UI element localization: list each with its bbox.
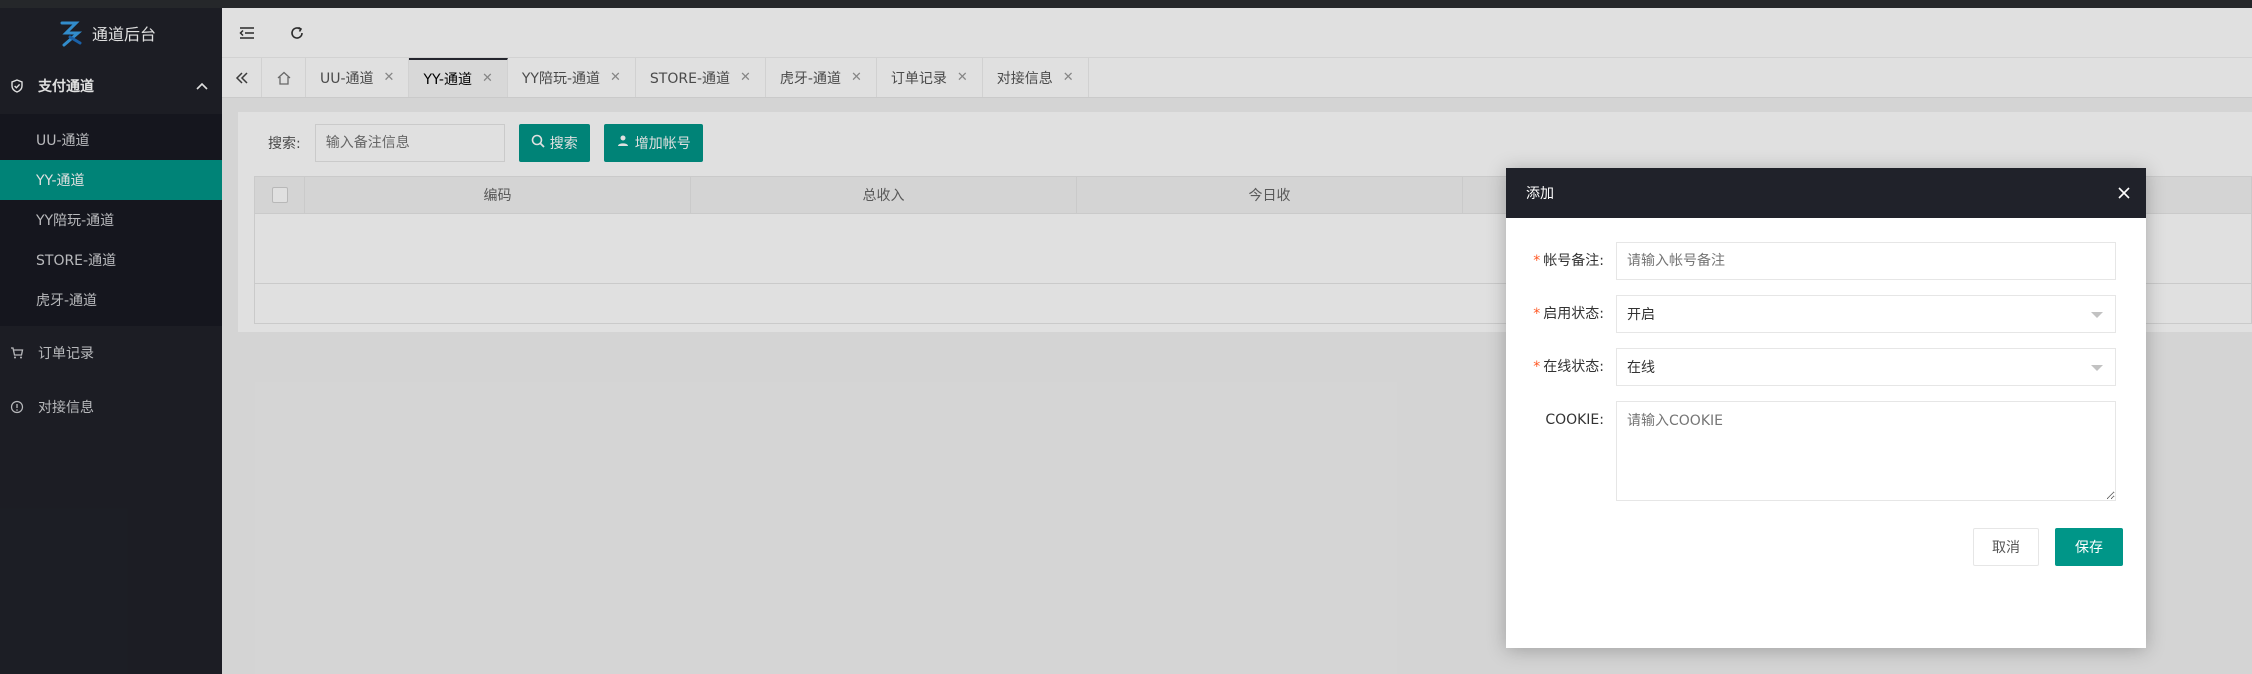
close-icon[interactable] bbox=[2118, 183, 2130, 204]
field-label: * 启用状态: bbox=[1533, 306, 1604, 322]
field-label: COOKIE: bbox=[1545, 412, 1604, 428]
select-value: 在线 bbox=[1627, 360, 1655, 376]
form-row-remark: * 帐号备注: bbox=[1506, 242, 2116, 280]
online-status-select[interactable]: 在线 bbox=[1616, 348, 2116, 386]
dialog-title: 添加 bbox=[1526, 186, 1554, 202]
enabled-status-select[interactable]: 开启 bbox=[1616, 295, 2116, 333]
select-value: 开启 bbox=[1627, 307, 1655, 323]
required-mark: * bbox=[1533, 253, 1541, 269]
field-label: * 帐号备注: bbox=[1533, 253, 1604, 269]
required-mark: * bbox=[1533, 359, 1541, 375]
field-label: * 在线状态: bbox=[1533, 359, 1604, 375]
form-row-enabled: * 启用状态: 开启 bbox=[1506, 295, 2116, 333]
save-button[interactable]: 保存 bbox=[2055, 528, 2123, 566]
remark-input[interactable] bbox=[1616, 242, 2116, 280]
dialog-actions: 取消 保存 bbox=[1973, 528, 2123, 566]
required-mark: * bbox=[1533, 306, 1541, 322]
add-account-dialog: 添加 *帐号备注: *启用状态: 开启 *在线状态: 在线 COOKIE: 取消… bbox=[1506, 168, 2146, 648]
caret-down-icon bbox=[2091, 365, 2103, 371]
form-row-cookie: COOKIE: bbox=[1506, 401, 2116, 501]
dialog-header: 添加 bbox=[1506, 168, 2146, 218]
cookie-textarea[interactable] bbox=[1616, 401, 2116, 501]
cancel-button[interactable]: 取消 bbox=[1973, 528, 2039, 566]
caret-down-icon bbox=[2091, 312, 2103, 318]
form-row-online: * 在线状态: 在线 bbox=[1506, 348, 2116, 386]
